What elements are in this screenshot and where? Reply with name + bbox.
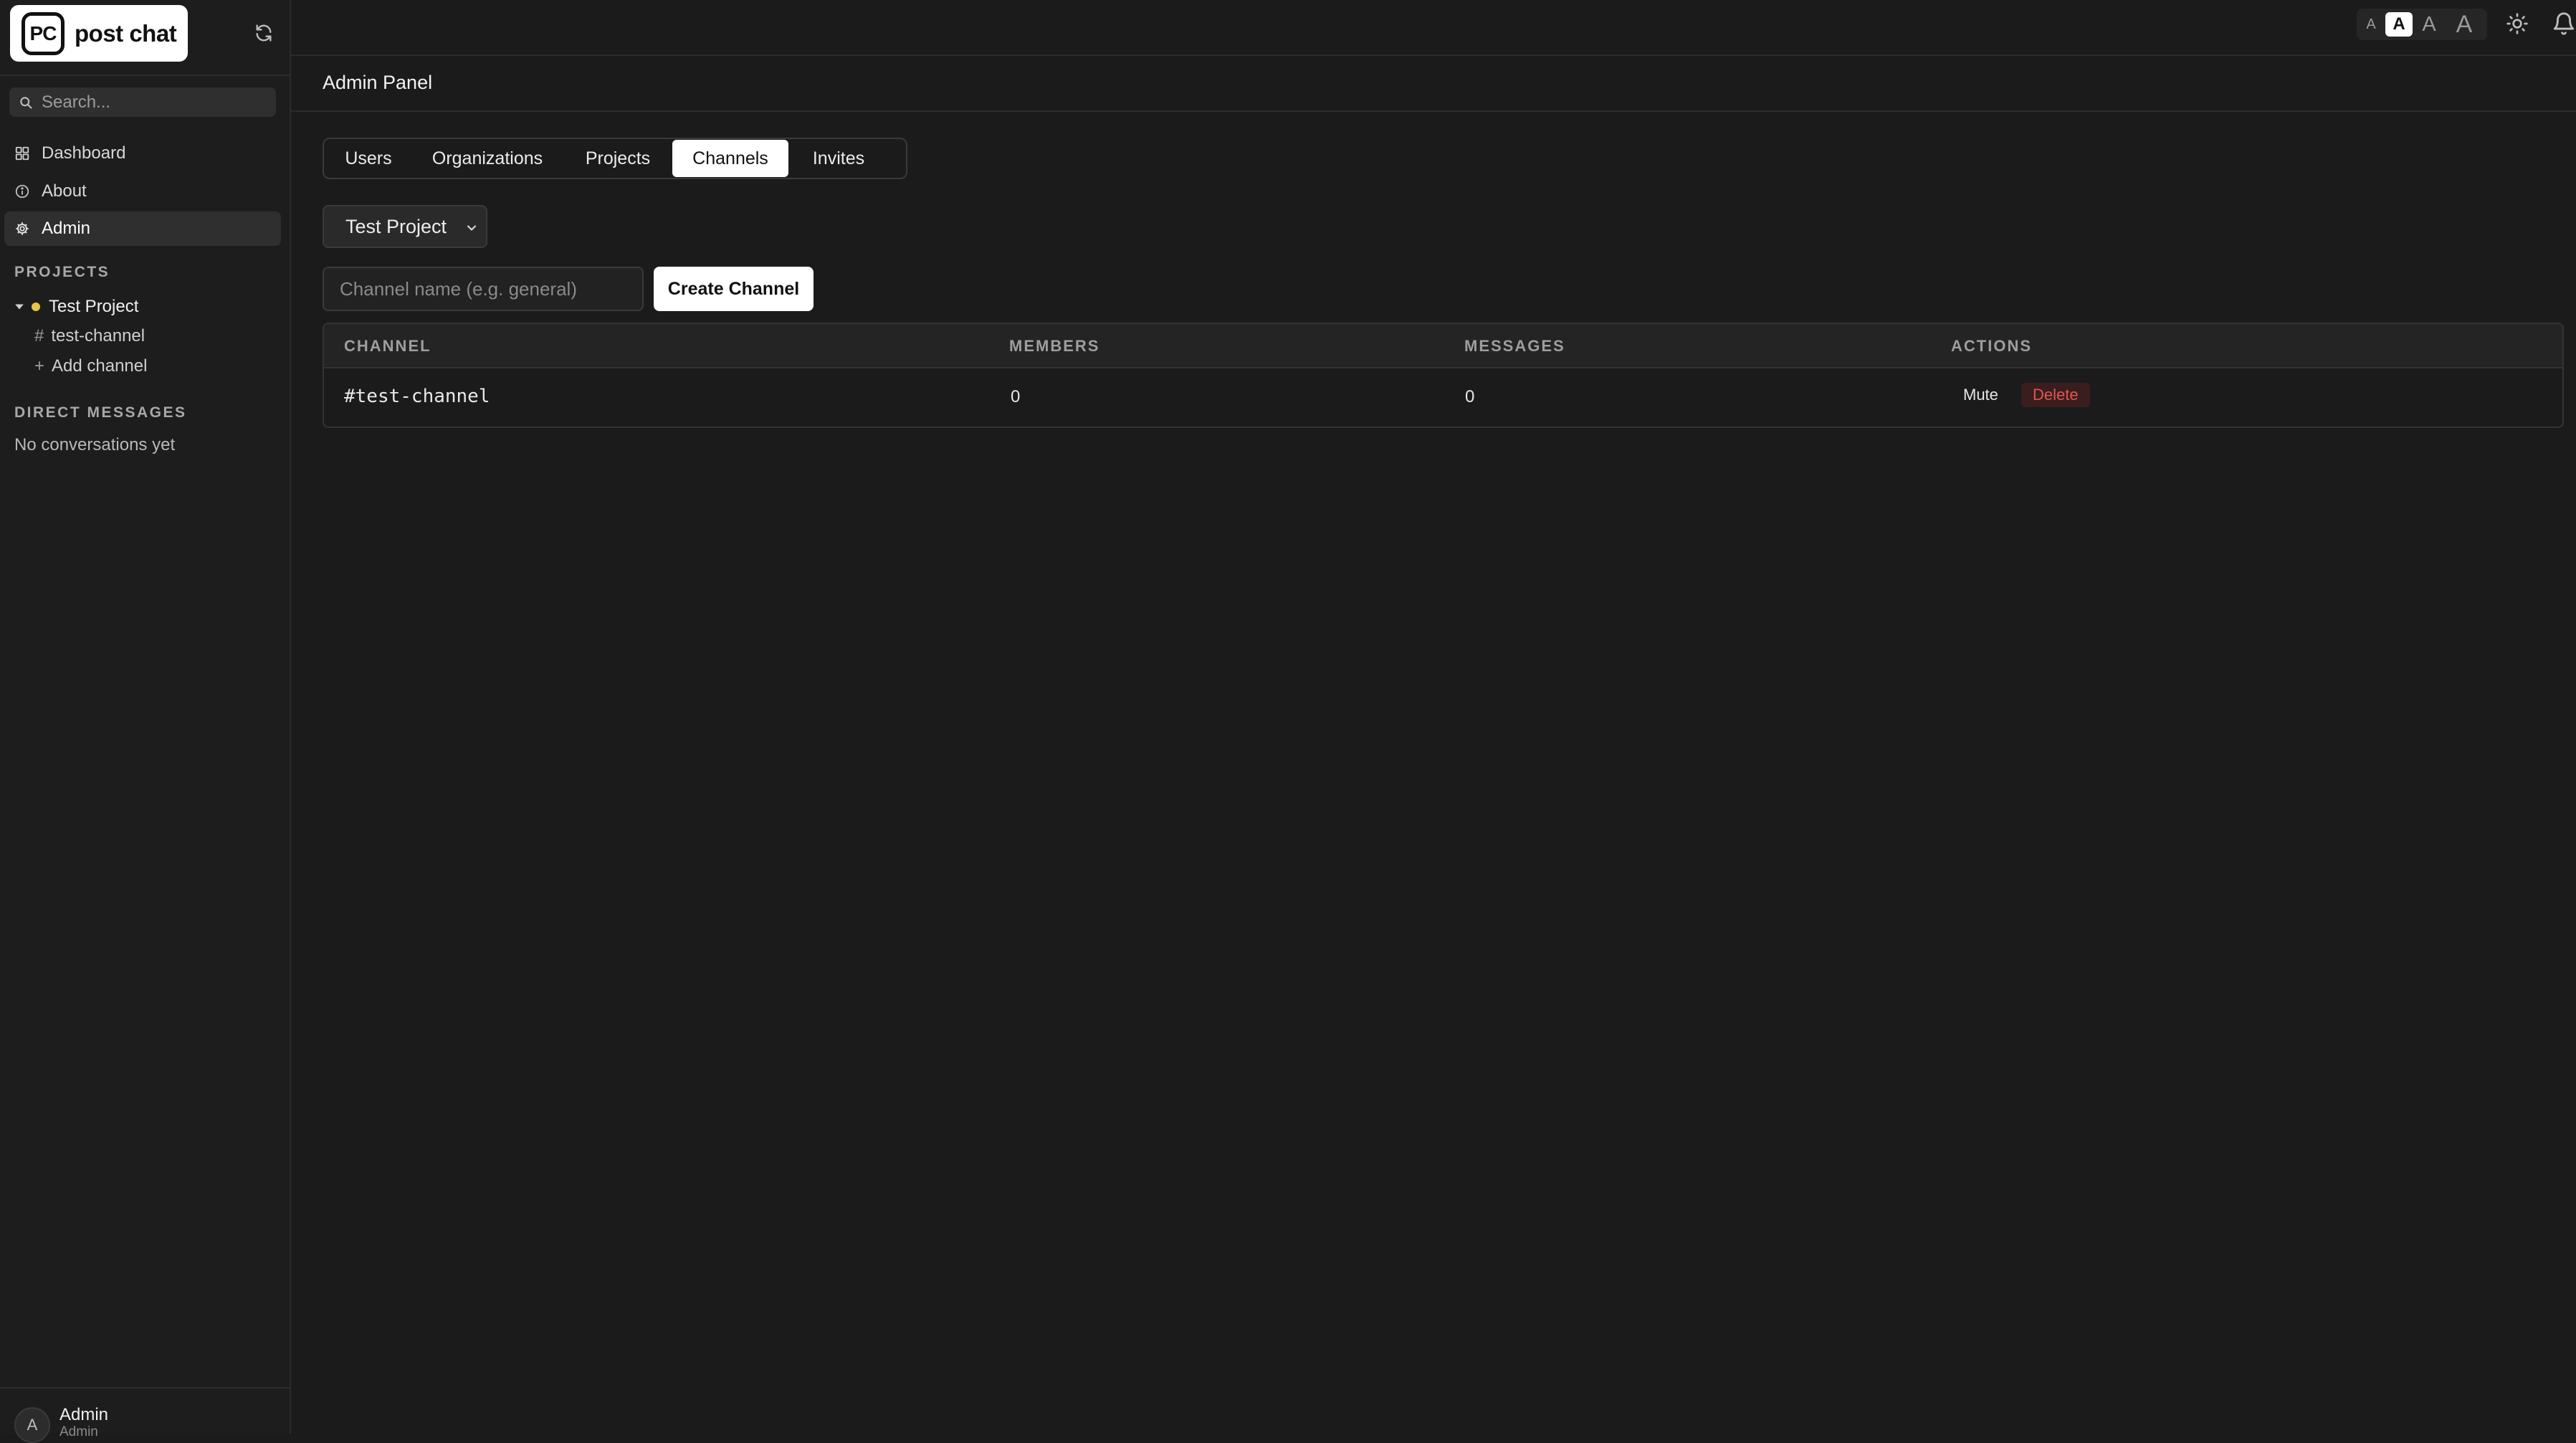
plus-icon: + xyxy=(34,356,45,376)
cell-members: 0 xyxy=(1011,387,1021,406)
admin-tabs: Users Organizations Projects Channels In… xyxy=(323,138,907,179)
tab-organizations[interactable]: Organizations xyxy=(411,140,563,177)
tab-users[interactable]: Users xyxy=(325,140,411,177)
header-members: MEMBERS xyxy=(1009,337,1100,355)
font-size-small-button[interactable]: A xyxy=(2357,11,2385,37)
hash-icon: # xyxy=(34,326,44,346)
nav-admin-label: Admin xyxy=(42,219,91,238)
channels-table: CHANNEL MEMBERS MESSAGES ACTIONS #test-c… xyxy=(323,323,2564,428)
project-select-value: Test Project xyxy=(345,215,447,237)
tab-channels[interactable]: Channels xyxy=(672,140,788,177)
nav-about[interactable]: About xyxy=(4,174,281,209)
logo-text: post chat xyxy=(75,19,177,47)
nav-dashboard[interactable]: Dashboard xyxy=(4,136,281,171)
user-role: Admin xyxy=(59,1424,98,1439)
cell-channel: #test-channel xyxy=(344,386,490,407)
app-logo[interactable]: PC post chat xyxy=(10,5,188,62)
channel-name-input[interactable] xyxy=(323,267,644,311)
logo-mark: PC xyxy=(22,11,65,55)
font-size-medium-button[interactable]: A xyxy=(2385,12,2413,37)
font-size-switcher: A A A A xyxy=(2357,9,2487,40)
project-item-test-project[interactable]: Test Project xyxy=(14,297,138,317)
sun-icon[interactable] xyxy=(2506,12,2529,35)
table-row: #test-channel 0 0 Mute Delete xyxy=(324,368,2562,427)
page-title: Admin Panel xyxy=(323,72,433,93)
refresh-icon[interactable] xyxy=(254,23,274,43)
nav-dashboard-label: Dashboard xyxy=(42,143,126,163)
tab-invites[interactable]: Invites xyxy=(788,140,889,177)
mute-button[interactable]: Mute xyxy=(1953,383,2008,407)
delete-button[interactable]: Delete xyxy=(2021,383,2090,407)
project-status-dot xyxy=(32,303,40,311)
search-icon xyxy=(20,96,32,109)
nav-about-label: About xyxy=(42,181,87,201)
tab-projects[interactable]: Projects xyxy=(563,140,672,177)
header-channel: CHANNEL xyxy=(344,337,431,355)
channel-item-label: test-channel xyxy=(51,326,146,346)
dm-empty-state: No conversations yet xyxy=(14,435,176,454)
header-actions: ACTIONS xyxy=(1951,337,2032,355)
bell-icon[interactable] xyxy=(2552,11,2576,36)
nav-admin[interactable]: Admin xyxy=(4,211,281,246)
add-channel-button[interactable]: + Add channel xyxy=(34,356,147,376)
channel-item-test-channel[interactable]: # test-channel xyxy=(34,326,145,346)
projects-section-label: PROJECTS xyxy=(14,264,110,280)
search-box[interactable] xyxy=(9,87,276,117)
top-bar xyxy=(291,0,2576,56)
user-name: Admin xyxy=(59,1405,109,1424)
sidebar-divider xyxy=(0,75,290,76)
header-messages: MESSAGES xyxy=(1464,337,1565,355)
add-channel-label: Add channel xyxy=(52,356,148,376)
chevron-down-icon xyxy=(467,225,477,231)
sidebar-bottom-divider xyxy=(0,1387,290,1389)
font-size-xlarge-button[interactable]: A xyxy=(2446,9,2483,39)
avatar[interactable]: A xyxy=(14,1407,50,1443)
caret-down-icon xyxy=(15,304,24,310)
cell-messages: 0 xyxy=(1465,387,1475,406)
direct-messages-section-label: DIRECT MESSAGES xyxy=(14,404,187,421)
gear-icon xyxy=(16,222,29,235)
info-icon xyxy=(15,184,29,199)
project-select[interactable]: Test Project xyxy=(323,205,487,248)
create-channel-button[interactable]: Create Channel xyxy=(654,267,814,311)
table-header: CHANNEL MEMBERS MESSAGES ACTIONS xyxy=(324,324,2562,368)
sidebar: PC post chat Dashboard About Ad xyxy=(0,0,291,1443)
page-header: Admin Panel xyxy=(291,56,2576,112)
project-name: Test Project xyxy=(49,297,139,316)
font-size-large-button[interactable]: A xyxy=(2413,10,2446,39)
dashboard-icon xyxy=(15,146,29,161)
search-input[interactable] xyxy=(40,91,272,113)
